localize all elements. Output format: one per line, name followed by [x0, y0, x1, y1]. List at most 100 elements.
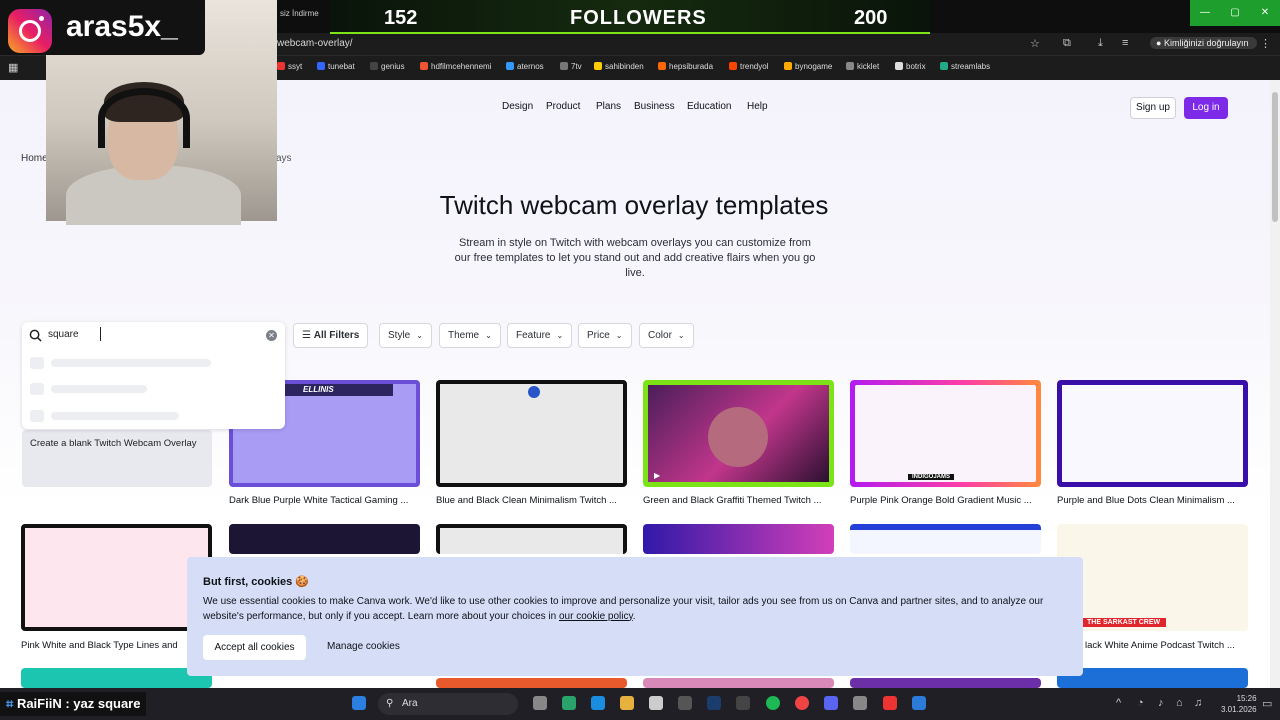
nav-product[interactable]: Product: [546, 101, 580, 112]
bookmark-item[interactable]: 7tv: [560, 62, 582, 71]
all-filters-button[interactable]: ☰ All Filters: [293, 323, 369, 348]
bookmark-item[interactable]: aternos: [506, 62, 544, 71]
template-card[interactable]: INDIGOJAMS: [850, 380, 1041, 487]
accept-cookies-button[interactable]: Accept all cookies: [203, 635, 306, 660]
edge-icon[interactable]: [591, 696, 605, 710]
taskbar-clock[interactable]: 15:26 3.01.2026: [1221, 693, 1257, 715]
file-explorer-icon[interactable]: [620, 696, 634, 710]
filter-feature[interactable]: Feature ⌄: [507, 323, 573, 348]
filter-style[interactable]: Style ⌄: [379, 323, 432, 348]
task-view-icon[interactable]: [533, 696, 547, 710]
apps-grid-icon[interactable]: ▦: [8, 61, 18, 74]
mic-icon[interactable]: ♪: [1158, 697, 1164, 709]
star-icon[interactable]: ☆: [1030, 37, 1040, 50]
login-button[interactable]: Log in: [1184, 97, 1228, 119]
bookmark-item[interactable]: genius: [370, 62, 405, 71]
template-card[interactable]: [1057, 380, 1248, 487]
tiktok-icon[interactable]: [883, 696, 897, 710]
tray-chevron-icon[interactable]: ^: [1116, 697, 1121, 709]
bookmark-item[interactable]: bynogame: [784, 62, 832, 71]
discord-icon[interactable]: [824, 696, 838, 710]
url-text[interactable]: webcam-overlay/: [277, 38, 353, 49]
template-title[interactable]: Dark Blue Purple White Tactical Gaming .…: [229, 495, 408, 506]
menu-icon[interactable]: ⋮: [1260, 37, 1271, 50]
template-card[interactable]: [436, 524, 627, 554]
template-card[interactable]: [21, 668, 212, 688]
steam-icon[interactable]: [707, 696, 721, 710]
template-title[interactable]: Blue and Black Clean Minimalism Twitch .…: [436, 495, 617, 506]
taskbar-search-label: Ara: [402, 698, 418, 709]
bookmark-item[interactable]: botrix: [895, 62, 926, 71]
chat-overlay: ⌗ RaiFiiN : yaz square: [0, 692, 147, 716]
network-icon[interactable]: ⌂: [1176, 697, 1183, 709]
suggestion-skeleton: [51, 412, 179, 420]
template-card[interactable]: [229, 524, 420, 554]
bookmark-item[interactable]: ssyt: [277, 62, 302, 71]
nav-business[interactable]: Business: [634, 101, 675, 112]
bookmark-item[interactable]: sahibinden: [594, 62, 644, 71]
template-card[interactable]: [21, 524, 212, 631]
template-card[interactable]: [436, 678, 627, 688]
search-box[interactable]: square ✕: [22, 322, 285, 429]
bookmark-item[interactable]: kicklet: [846, 62, 879, 71]
nav-design[interactable]: Design: [502, 101, 533, 112]
template-title[interactable]: Purple and Blue Dots Clean Minimalism ..…: [1057, 495, 1235, 506]
maximize-button[interactable]: ▢: [1220, 0, 1250, 26]
filter-price[interactable]: Price ⌄: [578, 323, 632, 348]
template-photo: [708, 407, 768, 467]
bookmark-item[interactable]: trendyol: [729, 62, 768, 71]
nav-help[interactable]: Help: [747, 101, 768, 112]
chrome-icon[interactable]: [795, 696, 809, 710]
store-icon[interactable]: [649, 696, 663, 710]
template-title[interactable]: Pink White and Black Type Lines and: [21, 640, 178, 651]
manage-cookies-button[interactable]: Manage cookies: [327, 641, 400, 652]
template-card[interactable]: [643, 524, 834, 554]
minimize-button[interactable]: —: [1190, 0, 1220, 26]
bookmark-item[interactable]: hdfilmcehennemi: [420, 62, 491, 71]
template-card[interactable]: HARLEY INDIGO: [850, 524, 1041, 554]
nav-plans[interactable]: Plans: [596, 101, 621, 112]
volume-icon[interactable]: ♫: [1194, 697, 1202, 709]
template-card[interactable]: [1057, 668, 1248, 688]
scrollbar-thumb[interactable]: [1272, 92, 1278, 222]
signup-button[interactable]: Sign up: [1130, 97, 1176, 119]
app-icon[interactable]: [678, 696, 692, 710]
template-card[interactable]: [643, 678, 834, 688]
reading-list-icon[interactable]: ≡: [1122, 37, 1128, 49]
template-card[interactable]: [436, 380, 627, 487]
template-card[interactable]: ▶: [643, 380, 834, 487]
app-icon[interactable]: [736, 696, 750, 710]
spotify-icon[interactable]: [766, 696, 780, 710]
breadcrumb-home[interactable]: Home: [21, 153, 48, 164]
extension-icon[interactable]: ⧉: [1063, 37, 1071, 50]
notification-icon[interactable]: ▭: [1262, 697, 1272, 710]
page-scrollbar[interactable]: [1270, 80, 1280, 688]
close-window-button[interactable]: ✕: [1250, 0, 1280, 26]
taskbar-search[interactable]: ⚲ Ara: [378, 693, 518, 715]
template-title[interactable]: lack White Anime Podcast Twitch ...: [1085, 640, 1235, 651]
create-blank-card[interactable]: Create a blank Twitch Webcam Overlay: [22, 430, 212, 487]
app-icon[interactable]: [853, 696, 867, 710]
suggestion-skeleton-icon: [30, 357, 44, 369]
wifi-icon[interactable]: ◔: [1137, 697, 1144, 709]
template-title[interactable]: Purple Pink Orange Bold Gradient Music .…: [850, 495, 1032, 506]
clear-search-icon[interactable]: ✕: [266, 330, 277, 341]
profile-chip[interactable]: ● Kimliğinizi doğrulayın: [1150, 37, 1257, 49]
bookmark-item[interactable]: streamlabs: [940, 62, 990, 71]
template-card[interactable]: THE SARKAST CREW: [1057, 524, 1248, 631]
nav-education[interactable]: Education: [687, 101, 731, 112]
tab-title[interactable]: siz İndirme: [280, 9, 319, 18]
widgets-icon[interactable]: [562, 696, 576, 710]
filter-color[interactable]: Color ⌄: [639, 323, 694, 348]
template-card[interactable]: [850, 678, 1041, 688]
app-icon[interactable]: [912, 696, 926, 710]
search-input[interactable]: square: [48, 329, 79, 340]
create-blank-label: Create a blank Twitch Webcam Overlay: [30, 438, 197, 449]
template-title[interactable]: Green and Black Graffiti Themed Twitch .…: [643, 495, 821, 506]
filter-theme[interactable]: Theme ⌄: [439, 323, 501, 348]
bookmark-item[interactable]: tunebat: [317, 62, 355, 71]
bookmark-item[interactable]: hepsiburada: [658, 62, 713, 71]
cookie-policy-link[interactable]: our cookie policy: [559, 611, 633, 622]
windows-start-icon[interactable]: [352, 696, 366, 710]
download-icon[interactable]: ⤓: [1098, 37, 1103, 50]
